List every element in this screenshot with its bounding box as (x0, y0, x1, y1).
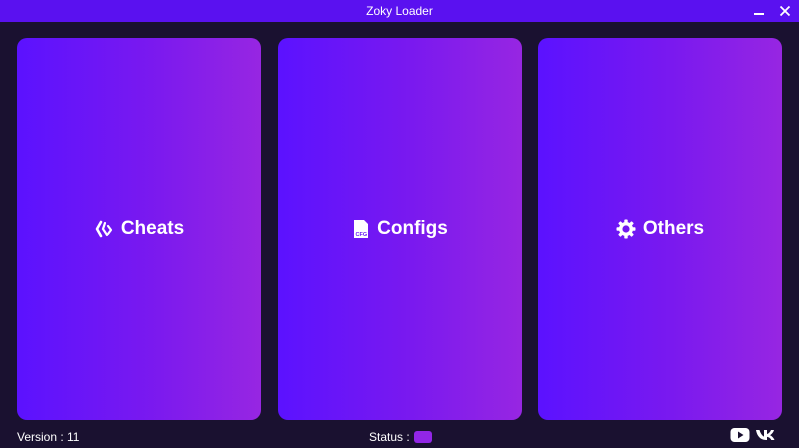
window-title: Zoky Loader (366, 4, 433, 18)
minimize-icon (754, 13, 764, 15)
youtube-icon (730, 428, 750, 442)
status-label: Status : (369, 430, 410, 444)
gear-icon (616, 219, 636, 239)
status-indicator (413, 431, 432, 443)
youtube-button[interactable] (730, 427, 750, 443)
title-bar[interactable]: Zoky Loader (0, 0, 799, 22)
others-label: Others (642, 218, 705, 239)
config-file-icon-text: CFG (356, 232, 368, 238)
config-file-icon: CFG (352, 219, 370, 239)
status-area: Status : (369, 428, 432, 446)
configs-label: Configs (377, 218, 448, 239)
vk-icon (756, 430, 775, 440)
cheats-icon (94, 220, 114, 238)
others-tile[interactable]: Others (538, 38, 782, 420)
close-button[interactable] (777, 3, 793, 19)
version-text: Version : 11 (17, 430, 80, 444)
cheats-tile[interactable]: Cheats (17, 38, 261, 420)
cheats-label: Cheats (120, 218, 185, 239)
close-icon (779, 5, 791, 17)
minimize-button[interactable] (751, 3, 767, 19)
configs-tile[interactable]: CFG Configs (278, 38, 522, 420)
loader-window: Zoky Loader Cheats CFG Configs Others Ve… (0, 0, 799, 448)
vk-button[interactable] (755, 427, 777, 443)
